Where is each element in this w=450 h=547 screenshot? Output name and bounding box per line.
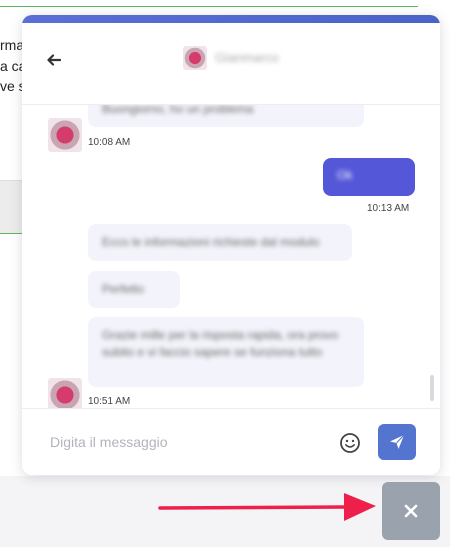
annotation-arrow-icon — [158, 493, 376, 521]
arrow-left-icon — [47, 54, 61, 66]
message-text: Ecco le informazioni richieste dal modul… — [102, 235, 320, 249]
chat-header: Gianmarco — [22, 23, 440, 105]
chat-accent-bar — [22, 15, 440, 23]
incoming-message: Perfetto — [88, 271, 180, 308]
message-text: Buongiorno, ho un problema — [102, 105, 254, 116]
message-timestamp: 10:51 AM — [88, 396, 131, 407]
message-text: Grazie mille per la risposta rapida, ora… — [102, 328, 339, 359]
message-text: Ok — [337, 168, 353, 182]
emoji-smile-icon — [340, 433, 360, 453]
emoji-button[interactable] — [339, 432, 361, 454]
avatar — [48, 378, 82, 408]
background-divider — [0, 6, 418, 7]
background-text-line: rma — [0, 37, 25, 53]
message-text: Perfetto — [102, 282, 145, 296]
incoming-message: Buongiorno, ho un problema — [88, 105, 364, 127]
incoming-message: Grazie mille per la risposta rapida, ora… — [88, 317, 364, 387]
contact-name: Gianmarco — [215, 50, 279, 65]
close-chat-button[interactable] — [382, 482, 440, 540]
scrollbar-thumb[interactable] — [430, 375, 434, 401]
message-input[interactable] — [50, 431, 320, 453]
message-timestamp: 10:08 AM — [88, 137, 131, 148]
contact-info: Gianmarco — [183, 45, 279, 70]
message-composer — [22, 408, 440, 475]
avatar — [183, 45, 208, 70]
incoming-message: Ecco le informazioni richieste dal modul… — [88, 224, 352, 261]
back-button[interactable] — [44, 50, 64, 70]
send-button[interactable] — [378, 424, 416, 460]
close-icon — [404, 504, 418, 518]
send-icon — [390, 434, 405, 449]
message-list[interactable]: Buongiorno, ho un problema 10:08 AM Ok 1… — [22, 105, 440, 408]
outgoing-message: Ok — [323, 158, 415, 196]
chat-window: Gianmarco Buongiorno, ho un problema 10:… — [22, 15, 440, 475]
avatar — [48, 118, 82, 152]
message-timestamp: 10:13 AM — [367, 203, 410, 214]
